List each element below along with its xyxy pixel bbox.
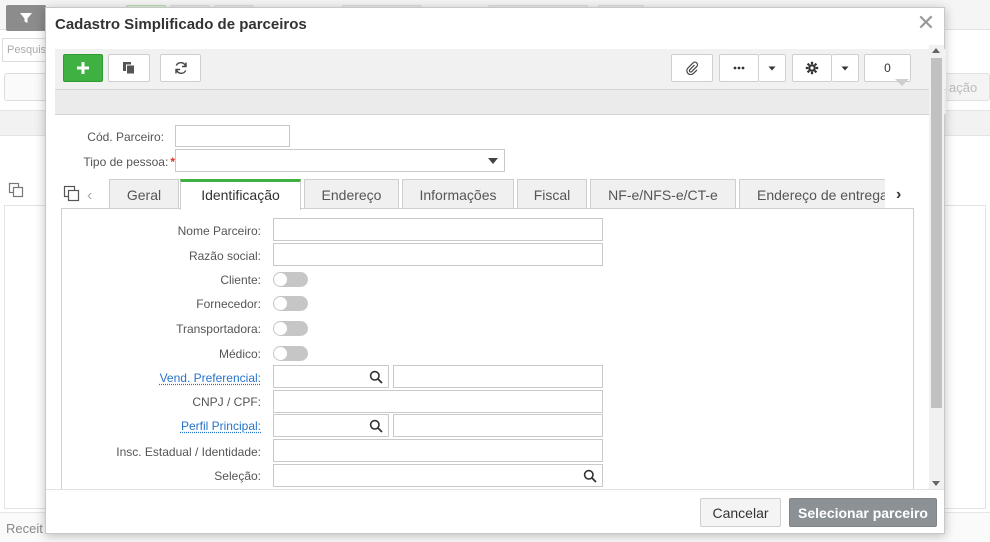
- more-dropdown-button[interactable]: [759, 54, 786, 82]
- cnpj-cpf-input[interactable]: [273, 390, 603, 413]
- perfil-principal-name-input[interactable]: [393, 414, 603, 437]
- tipo-pessoa-select[interactable]: [175, 149, 505, 172]
- partner-registration-dialog: Cadastro Simplificado de parceiros ✕ 0 C…: [45, 7, 946, 534]
- transportadora-label: Transportadora:: [176, 322, 261, 336]
- fornecedor-label: Fornecedor:: [196, 297, 261, 311]
- cod-parceiro-label: Cód. Parceiro:: [87, 130, 164, 144]
- tab-endereco[interactable]: Endereço: [304, 179, 399, 209]
- counter-pointer: [895, 79, 909, 86]
- tab-informacoes[interactable]: Informações: [402, 179, 514, 209]
- chevron-down-icon: [488, 158, 498, 164]
- plus-icon: [77, 62, 89, 74]
- refresh-icon: [174, 62, 187, 74]
- insc-estadual-input[interactable]: [273, 439, 603, 462]
- tab-fiscal[interactable]: Fiscal: [517, 179, 587, 209]
- record-counter: 0: [864, 54, 911, 82]
- tipo-pessoa-label-text: Tipo de pessoa:: [83, 155, 169, 169]
- insc-estadual-label: Insc. Estadual / Identidade:: [116, 445, 261, 459]
- chevron-down-icon: [768, 66, 776, 71]
- scroll-down-icon[interactable]: [932, 481, 940, 486]
- app-footer-label: Receit: [6, 521, 43, 536]
- tipo-pessoa-label: Tipo de pessoa: *: [55, 155, 175, 169]
- filter-button[interactable]: [6, 5, 46, 31]
- perfil-principal-code-input[interactable]: [273, 414, 389, 437]
- search-icon[interactable]: [369, 370, 383, 384]
- chevron-down-icon: [841, 66, 849, 71]
- fornecedor-toggle[interactable]: [273, 296, 308, 311]
- add-button[interactable]: [63, 54, 103, 82]
- selecao-input[interactable]: [273, 464, 603, 487]
- cancel-button[interactable]: Cancelar: [700, 498, 781, 527]
- tab-geral[interactable]: Geral: [109, 179, 179, 209]
- tabs-scroll-right-icon[interactable]: ›: [896, 186, 901, 204]
- scrollbar-thumb[interactable]: [931, 58, 942, 408]
- nome-parceiro-label: Nome Parceiro:: [177, 224, 261, 238]
- clone-icon: [123, 62, 135, 75]
- settings-dropdown-button[interactable]: [832, 54, 859, 82]
- selecao-label: Seleção:: [214, 469, 261, 483]
- perfil-principal-link[interactable]: Perfil Principal:: [106, 419, 261, 433]
- vend-preferencial-name-input[interactable]: [393, 365, 603, 388]
- cliente-label: Cliente:: [220, 273, 261, 287]
- nome-parceiro-input[interactable]: [273, 218, 603, 241]
- tab-identificacao[interactable]: Identificação: [180, 179, 301, 210]
- medico-toggle[interactable]: [273, 346, 308, 361]
- vend-preferencial-code-input[interactable]: [273, 365, 389, 388]
- vend-preferencial-link[interactable]: Vend. Preferencial:: [106, 371, 261, 385]
- dialog-toolbar: 0: [55, 49, 946, 89]
- more-button[interactable]: [719, 54, 759, 82]
- filter-icon: [20, 13, 32, 23]
- razao-social-input[interactable]: [273, 243, 603, 266]
- tab-nfe-nfse-cte[interactable]: NF-e/NFS-e/CT-e: [590, 179, 736, 209]
- copy-icon[interactable]: [63, 185, 81, 203]
- app-search-input[interactable]: Pesquisar: [2, 38, 48, 62]
- dialog-subheader-band: [55, 89, 946, 115]
- attach-button[interactable]: [671, 54, 713, 82]
- gear-icon: [805, 61, 819, 75]
- medico-label: Médico:: [218, 347, 261, 361]
- scroll-up-icon[interactable]: [932, 48, 940, 53]
- dialog-footer: Cancelar Selecionar parceiro: [46, 489, 944, 533]
- copy-icon[interactable]: [8, 182, 24, 201]
- tab-endereco-entrega[interactable]: Endereço de entrega: [739, 179, 885, 209]
- settings-button[interactable]: [792, 54, 832, 82]
- app-action-button[interactable]: ação: [944, 73, 990, 101]
- razao-social-label: Razão social:: [188, 249, 261, 263]
- cliente-toggle[interactable]: [273, 272, 308, 287]
- refresh-button[interactable]: [160, 54, 201, 82]
- paperclip-icon: [686, 61, 699, 75]
- close-icon[interactable]: ✕: [915, 12, 937, 34]
- clone-button[interactable]: [108, 54, 150, 82]
- dialog-scrollbar[interactable]: [929, 45, 944, 489]
- select-partner-button[interactable]: Selecionar parceiro: [789, 498, 937, 527]
- search-icon[interactable]: [369, 419, 383, 433]
- ellipsis-icon: [733, 66, 745, 70]
- cnpj-cpf-label: CNPJ / CPF:: [192, 395, 261, 409]
- app-button[interactable]: [4, 73, 50, 101]
- cod-parceiro-input[interactable]: [175, 125, 290, 147]
- dialog-title: Cadastro Simplificado de parceiros: [55, 16, 307, 33]
- transportadora-toggle[interactable]: [273, 321, 308, 336]
- tabs-scroll-left-icon[interactable]: ‹: [87, 187, 92, 205]
- search-icon[interactable]: [583, 469, 597, 483]
